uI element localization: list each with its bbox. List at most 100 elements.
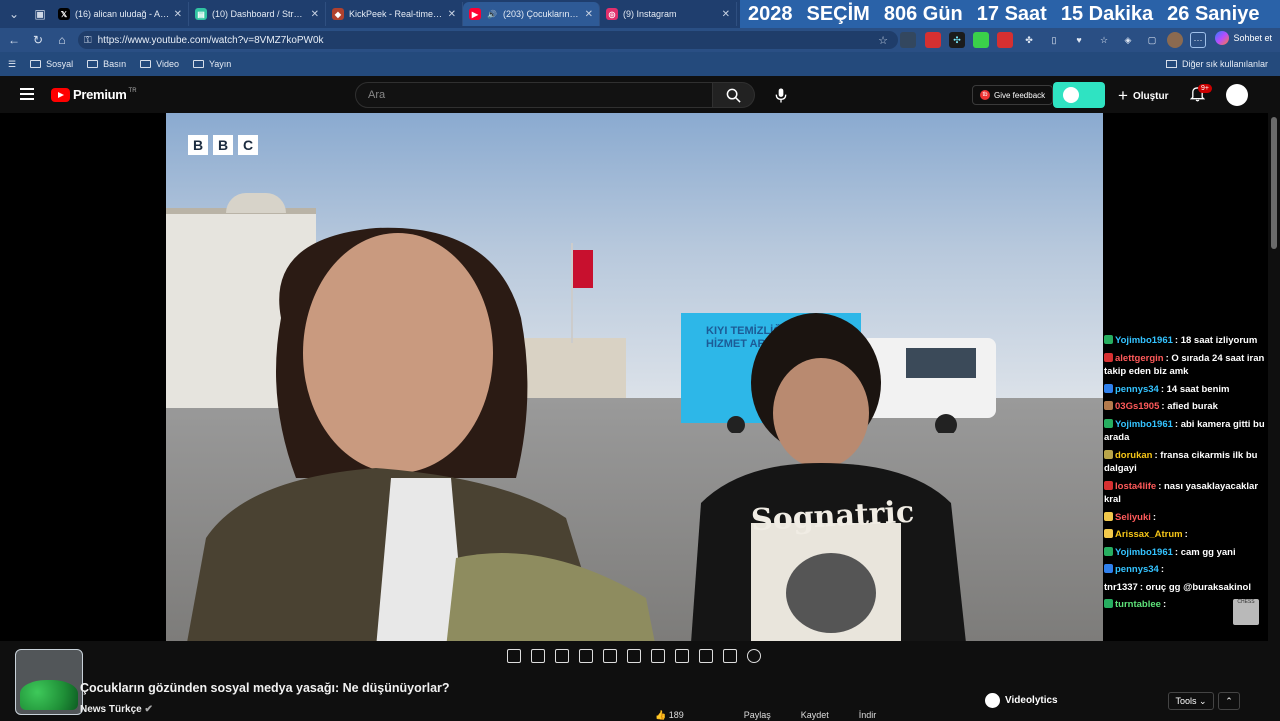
browser-tab[interactable]: ▤ (10) Dashboard / Streamlab ✕ — [189, 2, 326, 26]
speed-icon[interactable] — [651, 649, 665, 663]
chat-text: 18 saat izliyorum — [1180, 335, 1258, 346]
chat-username[interactable]: Yojimbo1961 — [1115, 419, 1173, 430]
home-icon[interactable]: ⌂ — [50, 33, 74, 47]
chat-username[interactable]: Yojimbo1961 — [1115, 335, 1173, 346]
tab-list-chevron-icon[interactable]: ⌄ — [2, 2, 26, 26]
split-screen-icon[interactable]: ▯ — [1046, 32, 1062, 48]
performance-icon[interactable]: ♥ — [1071, 32, 1087, 48]
chat-username[interactable]: alettgergin — [1115, 353, 1164, 364]
clip-icon[interactable] — [579, 649, 593, 663]
theater-icon[interactable] — [627, 649, 641, 663]
like-button[interactable]: 👍 189 — [655, 710, 684, 721]
bookmark-folder[interactable]: Basın — [87, 59, 126, 69]
chat-username[interactable]: dorukan — [1115, 450, 1152, 461]
extension-toggle[interactable] — [1053, 82, 1105, 108]
tools-dropdown[interactable]: Tools ⌄ — [1168, 692, 1214, 710]
site-info-icon[interactable]: ⚿ — [84, 35, 92, 46]
channel-name[interactable]: News Türkçe ✔ — [80, 704, 153, 715]
more-options-icon[interactable]: ⋯ — [1190, 32, 1206, 48]
speaker-icon[interactable]: 🔊 — [486, 8, 498, 20]
extension-icon[interactable] — [973, 32, 989, 48]
chat-message-list: Yojimbo1961: 18 saat izliyorum alettgergi… — [1104, 334, 1266, 616]
tab-close-icon[interactable]: ✕ — [448, 9, 456, 20]
favorite-star-icon[interactable]: ☆ — [878, 34, 888, 47]
browser-tab[interactable]: ◆ KickPeek - Real-time URL C ✕ — [326, 2, 463, 26]
video-info-area: Çocukların gözünden sosyal medya yasağı:… — [0, 641, 1268, 720]
tab-close-icon[interactable]: ✕ — [174, 9, 182, 20]
chat-message: dorukan: fransa cikarmis ilk bu dalgayi — [1104, 449, 1266, 476]
browser-tab[interactable]: 𝕏 (16) alican uludağ - Arama ✕ — [52, 2, 189, 26]
camera-icon[interactable] — [699, 649, 713, 663]
download-button[interactable]: İndir — [859, 710, 877, 721]
extension-icon[interactable] — [925, 32, 941, 48]
create-button[interactable]: + Oluştur — [1118, 86, 1169, 106]
extensions-puzzle-icon[interactable]: ✤ — [1021, 32, 1037, 48]
search-placeholder: Ara — [368, 89, 386, 101]
favorites-icon[interactable]: ☆ — [1096, 32, 1112, 48]
lab-icon[interactable] — [723, 649, 737, 663]
collections-icon[interactable]: ◈ — [1120, 32, 1136, 48]
youtube-premium-logo[interactable]: Premium TR — [51, 87, 137, 102]
chat-username[interactable]: Seliyuki — [1115, 512, 1151, 523]
share-button[interactable]: Paylaş — [744, 710, 771, 721]
chat-username[interactable]: turntablee — [1115, 599, 1161, 610]
audio-icon[interactable] — [531, 649, 545, 663]
search-button[interactable] — [713, 82, 755, 108]
collapse-chevron-up-icon[interactable]: ⌃ — [1218, 692, 1240, 710]
voice-search-button[interactable] — [768, 82, 794, 108]
chat-badge-icon — [1104, 511, 1113, 521]
instagram-icon: ◎ — [606, 8, 618, 20]
screenshot-icon[interactable] — [555, 649, 569, 663]
video-title: Çocukların gözünden sosyal medya yasağı:… — [80, 681, 450, 695]
tab-close-icon[interactable]: ✕ — [311, 9, 319, 20]
video-player[interactable]: KIYI TEMİZLİĞİ HİZMET ARA Sognatric B B C — [166, 113, 1103, 641]
loop-icon[interactable] — [507, 649, 521, 663]
reload-icon[interactable]: ↻ — [26, 33, 50, 47]
profile-avatar[interactable] — [1167, 32, 1183, 48]
videolytics-panel-header[interactable]: Videolytics — [985, 693, 1058, 708]
chat-username[interactable]: Arissax_Atrum — [1115, 529, 1183, 540]
tab-close-icon[interactable]: ✕ — [585, 9, 593, 20]
bookmarks-bar: ☰ Sosyal Basın Video Yayın Diğer sık kul… — [0, 52, 1280, 76]
gumball-jar-widget[interactable] — [15, 649, 83, 715]
chat-username[interactable]: pennys34 — [1115, 384, 1159, 395]
chat-username[interactable]: losta4life — [1115, 481, 1156, 492]
settings-gear-icon[interactable] — [747, 649, 761, 663]
workspaces-icon[interactable]: ▣ — [28, 2, 52, 26]
chat-message: 03Gs1905: afied burak — [1104, 400, 1266, 414]
reading-list-icon[interactable]: ☰ — [8, 59, 16, 70]
menu-hamburger-icon[interactable] — [20, 88, 34, 100]
folder-icon — [192, 60, 204, 68]
bookmark-folder[interactable]: Sosyal — [30, 59, 73, 69]
chat-message: Seliyuki: — [1104, 511, 1266, 525]
save-button[interactable]: Kaydet — [801, 710, 829, 721]
bookmark-folder[interactable]: Video — [140, 59, 179, 69]
scrollbar-thumb[interactable] — [1271, 117, 1277, 249]
back-arrow-icon[interactable]: ← — [2, 33, 26, 47]
extension-icon[interactable] — [997, 32, 1013, 48]
account-avatar[interactable] — [1226, 84, 1248, 106]
chat-username[interactable]: tnr1337 — [1104, 582, 1138, 593]
browser-tab[interactable]: ◎ (9) Instagram ✕ — [600, 2, 737, 26]
chat-username[interactable]: Yojimbo1961 — [1115, 547, 1173, 558]
add-icon[interactable] — [675, 649, 689, 663]
copilot-chat-button[interactable]: Sohbet et — [1215, 31, 1272, 45]
chat-username[interactable]: pennys34 — [1115, 564, 1159, 575]
verified-icon: ✔ — [144, 704, 153, 715]
other-favorites-folder[interactable]: Diğer sık kullanılanlar — [1165, 59, 1268, 69]
give-feedback-button[interactable]: tb Give feedback — [972, 85, 1054, 105]
chat-thumbnail[interactable]: CHESS — [1233, 599, 1259, 625]
tab-close-icon[interactable]: ✕ — [722, 9, 730, 20]
chat-badge-icon — [1104, 546, 1113, 556]
extension-icon[interactable] — [900, 32, 916, 48]
search-input[interactable]: Ara — [355, 82, 713, 108]
chat-username[interactable]: 03Gs1905 — [1115, 401, 1159, 412]
browser-tab-active[interactable]: ▶ 🔊 (203) Çocukların gözün ✕ — [463, 2, 600, 26]
page-scrollbar[interactable] — [1268, 113, 1280, 720]
bookmark-folder[interactable]: Yayın — [192, 59, 231, 69]
logo-text: Premium — [73, 87, 127, 102]
browser-essentials-icon[interactable]: ▢ — [1144, 32, 1160, 48]
extension-icon[interactable]: ✣ — [949, 32, 965, 48]
picture-in-picture-icon[interactable] — [603, 649, 617, 663]
address-bar[interactable]: ⚿ https://www.youtube.com/watch?v=8VMZ7k… — [78, 31, 898, 49]
